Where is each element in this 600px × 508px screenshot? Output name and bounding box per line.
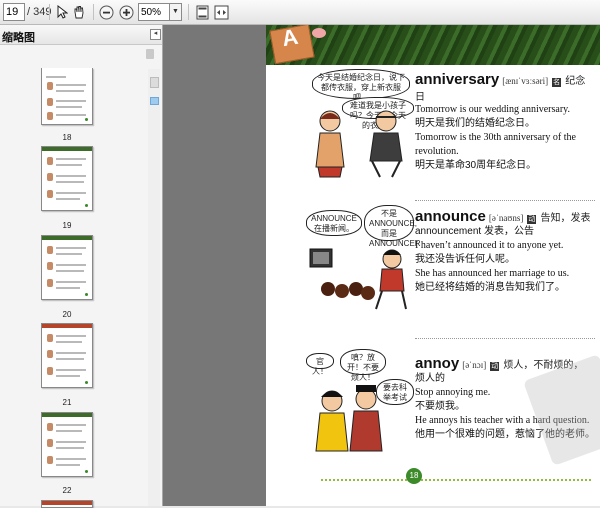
derived-word: announcement 发表，公告 bbox=[415, 226, 534, 237]
dictionary-entry: anniversary [ænɪˈvɜːsəri] 名 纪念日 Tomorrow… bbox=[415, 71, 595, 173]
thumbnail-label: 19 bbox=[62, 221, 72, 230]
headword: annoy bbox=[415, 355, 460, 372]
part-of-speech-tag: 动 bbox=[490, 362, 500, 371]
phonetic: [ænɪˈvɜːsəri] bbox=[502, 76, 549, 86]
example-translation: 明天是革命30周年纪念日。 bbox=[415, 160, 537, 171]
thumbnail-scrollbar[interactable] bbox=[148, 69, 160, 506]
fit-page-icon[interactable] bbox=[193, 3, 211, 21]
thumbnails-panel: 缩略图 ◂ 18 19 20 21 22 bbox=[0, 25, 163, 508]
cartoon-anniversary: 今天是结婚纪念日，说下都传衣服，穿上新衣服吧。 难道我是小孩子吗？今天穿今天的衣… bbox=[306, 69, 416, 178]
page-thumbnail[interactable] bbox=[41, 68, 93, 125]
example-translation: 她已经将结婚的消息告知我们了。 bbox=[415, 282, 565, 293]
page-number-badge: 18 bbox=[406, 468, 422, 484]
meaning: 告知，发表 bbox=[540, 213, 591, 224]
entry-divider bbox=[415, 338, 595, 339]
zoom-dropdown-button[interactable]: ▼ bbox=[170, 3, 182, 21]
example-sentence: Tomorrow is the 30th anniversary of the … bbox=[415, 132, 576, 157]
zoom-input[interactable] bbox=[138, 3, 170, 21]
thumbnail-label: 20 bbox=[62, 310, 72, 319]
page-thumbnail[interactable] bbox=[41, 235, 93, 300]
phonetic: [əˈnaʊns] bbox=[488, 213, 524, 223]
thumbnail-label: 18 bbox=[62, 133, 72, 142]
page-thumbnail[interactable] bbox=[41, 500, 93, 508]
toolbar-divider bbox=[188, 4, 189, 20]
cartoon-annoy: 官人！ 嗔？放开！不要烦人！ 要去科举考试 bbox=[306, 345, 416, 457]
speech-bubble: 今天是结婚纪念日，说下都传衣服，穿上新衣服吧。 bbox=[312, 69, 410, 102]
thumbnail-label: 21 bbox=[62, 398, 72, 407]
scrollbar-thumb[interactable] bbox=[150, 97, 159, 105]
example-sentence: I haven’t announced it to anyone yet. bbox=[415, 240, 564, 251]
speech-bubble: 嗔？放开！不要烦人！ bbox=[340, 349, 386, 382]
page-number-input[interactable] bbox=[3, 3, 25, 21]
document-page: A 今天是结婚纪念日，说下都传衣服，穿上新衣服吧。 难道我是小孩子吗？今天穿今天… bbox=[266, 25, 600, 506]
page-thumbnail[interactable] bbox=[41, 323, 93, 388]
toolbar-divider bbox=[93, 4, 94, 20]
speech-bubble: 官人！ bbox=[306, 353, 334, 376]
dictionary-entry: announce [əˈnaʊns] 动 告知，发表 announcement … bbox=[415, 208, 595, 295]
fit-width-icon[interactable] bbox=[212, 3, 230, 21]
headword: anniversary bbox=[415, 71, 500, 88]
toolbar-divider bbox=[49, 4, 50, 20]
select-arrow-icon[interactable] bbox=[53, 3, 71, 21]
page-thumbnail[interactable] bbox=[41, 146, 93, 211]
hand-icon[interactable] bbox=[70, 3, 88, 21]
trash-icon[interactable] bbox=[146, 49, 154, 59]
zoom-out-icon[interactable] bbox=[97, 3, 115, 21]
thumbnails-panel-header: 缩略图 ◂ bbox=[0, 25, 162, 45]
headword: announce bbox=[415, 208, 486, 225]
page-total: / 349 bbox=[27, 6, 52, 18]
entry-divider bbox=[415, 200, 595, 201]
thumbnail-options-bar bbox=[0, 45, 162, 63]
example-translation: 我还没告诉任何人呢。 bbox=[415, 254, 515, 265]
speech-bubble: ANNOUNCE 在播新闻。 bbox=[306, 210, 362, 236]
example-sentence: She has announced her marriage to us. bbox=[415, 268, 570, 279]
part-of-speech-tag: 名 bbox=[552, 78, 562, 87]
footer-divider bbox=[321, 479, 591, 481]
zoom-in-icon[interactable] bbox=[117, 3, 135, 21]
document-viewer[interactable]: A 今天是结婚纪念日，说下都传衣服，穿上新衣服吧。 难道我是小孩子吗？今天穿今天… bbox=[163, 25, 600, 506]
toolbar: / 349 ▼ bbox=[0, 0, 600, 25]
thumbnail-label: 22 bbox=[62, 486, 72, 495]
page-thumbnail[interactable] bbox=[41, 412, 93, 477]
page-banner: A bbox=[266, 25, 600, 65]
example-sentence: Tomorrow is our wedding anniversary. bbox=[415, 104, 571, 115]
part-of-speech-tag: 动 bbox=[527, 215, 537, 224]
example-translation: 明天是我们的结婚纪念日。 bbox=[415, 118, 535, 129]
speech-bubble: 不是 ANNOUNCE, 而是 ANNOUNCER bbox=[364, 205, 421, 248]
thumbnails-panel-title: 缩略图 bbox=[2, 32, 35, 44]
collapse-panel-icon[interactable]: ◂ bbox=[150, 29, 161, 40]
phonetic: [əˈnɔɪ] bbox=[462, 360, 487, 370]
cartoon-announce: ANNOUNCE 在播新闻。 不是 ANNOUNCE, 而是 ANNOUNCER bbox=[306, 205, 421, 315]
pig-icon bbox=[312, 28, 326, 38]
scrollbar-up-arrow[interactable] bbox=[150, 77, 159, 88]
